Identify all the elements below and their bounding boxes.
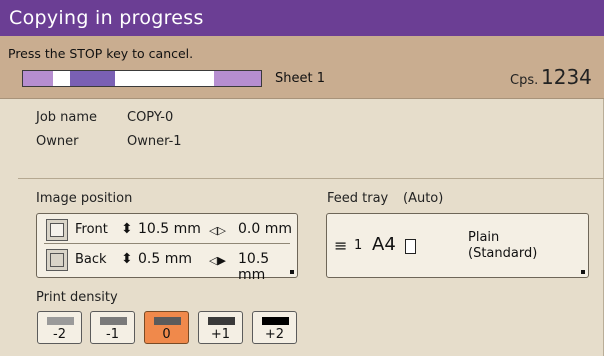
progress-segment (52, 71, 70, 86)
divider (18, 178, 604, 179)
cancel-instruction: Press the STOP key to cancel. (8, 46, 194, 61)
sheet-counter: Sheet 1 (275, 71, 325, 86)
density-label: +1 (210, 327, 231, 342)
feed-tray-label: Feed tray (327, 191, 389, 206)
density-button-minus-1[interactable]: -1 (90, 311, 135, 344)
density-swatch (100, 317, 127, 325)
paper-type-detail: (Standard) (468, 246, 538, 261)
paper-size: A4 (372, 234, 396, 255)
density-label: -1 (106, 327, 119, 342)
progress-segment (23, 71, 53, 86)
tray-icon: ≡ (334, 236, 348, 255)
paper-type: Plain (468, 230, 500, 245)
front-vertical-value: 10.5 mm (138, 221, 201, 237)
owner-value: Owner-1 (127, 134, 182, 149)
progress-bar (22, 70, 262, 87)
copy-status-panel: Copying in progress Press the STOP key t… (0, 0, 604, 356)
progress-segment (115, 71, 215, 86)
front-side-icon (46, 219, 68, 241)
density-button-plus-2[interactable]: +2 (252, 311, 297, 344)
row-divider (44, 243, 290, 244)
copies-label: Cps. (510, 73, 539, 88)
density-swatch (262, 317, 289, 325)
title-bar: Copying in progress (0, 0, 604, 36)
print-density-label: Print density (36, 290, 118, 305)
density-label: +2 (264, 327, 285, 342)
job-name-value: COPY-0 (127, 110, 174, 125)
paper-orientation-icon (405, 239, 416, 254)
owner-label: Owner (36, 134, 79, 149)
job-name-label: Job name (36, 110, 98, 125)
density-swatch (47, 317, 74, 325)
progress-segment (69, 71, 116, 86)
vertical-shift-icon: ⬍ (121, 221, 133, 237)
back-label: Back (75, 252, 107, 267)
progress-segment (214, 71, 261, 86)
density-swatch (208, 317, 235, 325)
horizontal-shift-icon: ◁▷ (209, 224, 226, 237)
density-button-minus-2[interactable]: -2 (37, 311, 82, 344)
horizontal-shift-icon: ◁▶ (209, 254, 226, 267)
back-vertical-value: 0.5 mm (138, 251, 192, 267)
vertical-shift-icon: ⬍ (121, 251, 133, 267)
image-position-box[interactable]: Front ⬍ 10.5 mm ◁▷ 0.0 mm Back ⬍ 0.5 mm … (36, 213, 298, 283)
expand-indicator (290, 270, 294, 274)
front-horizontal-value: 0.0 mm (238, 221, 292, 237)
status-area: Press the STOP key to cancel. (0, 36, 604, 99)
density-button-0[interactable]: 0 (144, 311, 189, 344)
density-label: -2 (53, 327, 66, 342)
density-swatch (154, 317, 181, 325)
copies-value: 1234 (541, 65, 592, 89)
feed-tray-mode: (Auto) (403, 191, 444, 206)
density-button-plus-1[interactable]: +1 (198, 311, 243, 344)
back-side-icon (46, 249, 68, 271)
back-horizontal-value: 10.5 mm (238, 251, 270, 283)
expand-indicator (581, 270, 585, 274)
image-position-label: Image position (36, 191, 133, 206)
feed-tray-box[interactable]: ≡ 1 A4 Plain (Standard) (326, 213, 589, 278)
tray-number: 1 (354, 238, 363, 253)
density-label: 0 (162, 327, 171, 342)
front-label: Front (75, 222, 108, 237)
